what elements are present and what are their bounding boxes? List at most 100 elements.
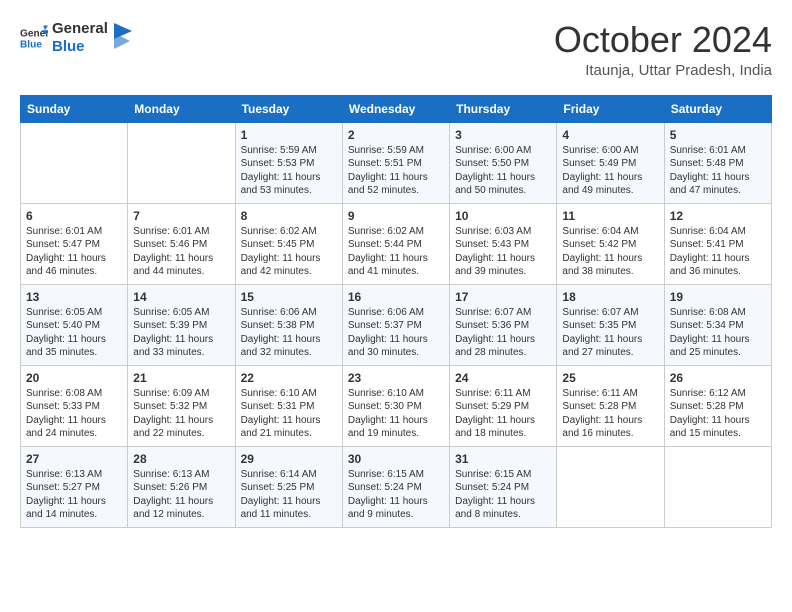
day-number: 13 (26, 290, 122, 304)
calendar-cell: 30Sunrise: 6:15 AM Sunset: 5:24 PM Dayli… (342, 446, 449, 527)
logo-blue-text: Blue (52, 38, 108, 56)
day-content: Sunrise: 6:06 AM Sunset: 5:38 PM Dayligh… (241, 306, 337, 360)
calendar-cell: 20 Sunrise: 6:08 AM Sunset: 5:33 PM Dayli… (21, 365, 128, 446)
header-friday: Friday (557, 95, 664, 122)
header-thursday: Thursday (450, 95, 557, 122)
calendar-cell: 18Sunrise: 6:07 AM Sunset: 5:35 PM Dayli… (557, 284, 664, 365)
calendar-cell: 25 Sunrise: 6:11 AM Sunset: 5:28 PM Dayli… (557, 365, 664, 446)
header-wednesday: Wednesday (342, 95, 449, 122)
day-number: 9 (348, 209, 444, 223)
day-content: Sunrise: 6:02 AM Sunset: 5:44 PM Dayligh… (348, 225, 444, 279)
day-content: Sunrise: 6:13 AM Sunset: 5:27 PM Dayligh… (26, 468, 122, 522)
logo-flag-icon (112, 23, 132, 53)
day-number: 2 (348, 128, 444, 142)
calendar-cell (557, 446, 664, 527)
day-content: Sunrise: 6:04 AM Sunset: 5:42 PM Dayligh… (562, 225, 658, 279)
day-number: 7 (133, 209, 229, 223)
calendar-cell: 13 Sunrise: 6:05 AM Sunset: 5:40 PM Dayli… (21, 284, 128, 365)
calendar-cell (21, 122, 128, 203)
day-number: 23 (348, 371, 444, 385)
day-number: 24 (455, 371, 551, 385)
calendar-cell: 14 Sunrise: 6:05 AM Sunset: 5:39 PM Dayli… (128, 284, 235, 365)
day-content: Sunrise: 6:11 AM Sunset: 5:29 PM Dayligh… (455, 387, 551, 441)
day-content: Sunrise: 6:01 AM Sunset: 5:48 PM Dayligh… (670, 144, 766, 198)
title-block: October 2024 Itaunja, Uttar Pradesh, Ind… (554, 20, 772, 79)
calendar-cell: 2 Sunrise: 5:59 AM Sunset: 5:51 PM Daylig… (342, 122, 449, 203)
calendar-week-3: 13 Sunrise: 6:05 AM Sunset: 5:40 PM Dayli… (21, 284, 772, 365)
calendar-cell: 21 Sunrise: 6:09 AM Sunset: 5:32 PM Dayli… (128, 365, 235, 446)
month-title: October 2024 (554, 20, 772, 60)
day-number: 5 (670, 128, 766, 142)
calendar-cell: 16 Sunrise: 6:06 AM Sunset: 5:37 PM Dayli… (342, 284, 449, 365)
day-content: Sunrise: 5:59 AM Sunset: 5:53 PM Dayligh… (241, 144, 337, 198)
day-number: 10 (455, 209, 551, 223)
logo-icon: General Blue (20, 24, 48, 52)
day-content: Sunrise: 6:08 AM Sunset: 5:33 PM Dayligh… (26, 387, 122, 441)
calendar-week-2: 6 Sunrise: 6:01 AM Sunset: 5:47 PM Daylig… (21, 203, 772, 284)
day-number: 14 (133, 290, 229, 304)
calendar-week-1: 1 Sunrise: 5:59 AM Sunset: 5:53 PM Daylig… (21, 122, 772, 203)
svg-text:Blue: Blue (20, 39, 42, 50)
calendar-cell (664, 446, 771, 527)
day-number: 3 (455, 128, 551, 142)
day-number: 20 (26, 371, 122, 385)
calendar-cell: 31 Sunrise: 6:15 AM Sunset: 5:24 PM Dayli… (450, 446, 557, 527)
day-content: Sunrise: 6:11 AM Sunset: 5:28 PM Dayligh… (562, 387, 658, 441)
day-content: Sunrise: 6:04 AM Sunset: 5:41 PM Dayligh… (670, 225, 766, 279)
calendar-cell: 29Sunrise: 6:14 AM Sunset: 5:25 PM Dayli… (235, 446, 342, 527)
calendar-week-4: 20 Sunrise: 6:08 AM Sunset: 5:33 PM Dayli… (21, 365, 772, 446)
logo: General Blue General Blue (20, 20, 132, 56)
calendar-cell: 11 Sunrise: 6:04 AM Sunset: 5:42 PM Dayli… (557, 203, 664, 284)
day-number: 21 (133, 371, 229, 385)
header-monday: Monday (128, 95, 235, 122)
day-content: Sunrise: 6:06 AM Sunset: 5:37 PM Dayligh… (348, 306, 444, 360)
day-content: Sunrise: 6:01 AM Sunset: 5:46 PM Dayligh… (133, 225, 229, 279)
day-number: 4 (562, 128, 658, 142)
calendar-header-row: SundayMondayTuesdayWednesdayThursdayFrid… (21, 95, 772, 122)
day-number: 19 (670, 290, 766, 304)
day-number: 25 (562, 371, 658, 385)
calendar-cell: 15 Sunrise: 6:06 AM Sunset: 5:38 PM Dayli… (235, 284, 342, 365)
day-content: Sunrise: 6:01 AM Sunset: 5:47 PM Dayligh… (26, 225, 122, 279)
calendar-cell: 26Sunrise: 6:12 AM Sunset: 5:28 PM Dayli… (664, 365, 771, 446)
day-content: Sunrise: 6:05 AM Sunset: 5:39 PM Dayligh… (133, 306, 229, 360)
calendar-cell: 28Sunrise: 6:13 AM Sunset: 5:26 PM Dayli… (128, 446, 235, 527)
day-content: Sunrise: 6:15 AM Sunset: 5:24 PM Dayligh… (348, 468, 444, 522)
day-content: Sunrise: 6:05 AM Sunset: 5:40 PM Dayligh… (26, 306, 122, 360)
day-number: 17 (455, 290, 551, 304)
day-content: Sunrise: 5:59 AM Sunset: 5:51 PM Dayligh… (348, 144, 444, 198)
calendar-cell: 4 Sunrise: 6:00 AM Sunset: 5:49 PM Daylig… (557, 122, 664, 203)
day-content: Sunrise: 6:07 AM Sunset: 5:36 PM Dayligh… (455, 306, 551, 360)
day-content: Sunrise: 6:09 AM Sunset: 5:32 PM Dayligh… (133, 387, 229, 441)
calendar-cell: 6 Sunrise: 6:01 AM Sunset: 5:47 PM Daylig… (21, 203, 128, 284)
calendar-cell: 9 Sunrise: 6:02 AM Sunset: 5:44 PM Daylig… (342, 203, 449, 284)
header-saturday: Saturday (664, 95, 771, 122)
day-content: Sunrise: 6:08 AM Sunset: 5:34 PM Dayligh… (670, 306, 766, 360)
day-content: Sunrise: 6:00 AM Sunset: 5:49 PM Dayligh… (562, 144, 658, 198)
calendar-cell: 22Sunrise: 6:10 AM Sunset: 5:31 PM Dayli… (235, 365, 342, 446)
day-number: 1 (241, 128, 337, 142)
calendar-cell: 5 Sunrise: 6:01 AM Sunset: 5:48 PM Daylig… (664, 122, 771, 203)
calendar-cell: 10Sunrise: 6:03 AM Sunset: 5:43 PM Dayli… (450, 203, 557, 284)
day-content: Sunrise: 6:12 AM Sunset: 5:28 PM Dayligh… (670, 387, 766, 441)
calendar-cell (128, 122, 235, 203)
calendar-cell: 23 Sunrise: 6:10 AM Sunset: 5:30 PM Dayli… (342, 365, 449, 446)
calendar-cell: 27Sunrise: 6:13 AM Sunset: 5:27 PM Dayli… (21, 446, 128, 527)
day-number: 31 (455, 452, 551, 466)
header-tuesday: Tuesday (235, 95, 342, 122)
day-number: 11 (562, 209, 658, 223)
day-number: 15 (241, 290, 337, 304)
calendar-cell: 24 Sunrise: 6:11 AM Sunset: 5:29 PM Dayli… (450, 365, 557, 446)
day-content: Sunrise: 6:10 AM Sunset: 5:31 PM Dayligh… (241, 387, 337, 441)
calendar-cell: 19 Sunrise: 6:08 AM Sunset: 5:34 PM Dayli… (664, 284, 771, 365)
day-content: Sunrise: 6:13 AM Sunset: 5:26 PM Dayligh… (133, 468, 229, 522)
calendar-week-5: 27Sunrise: 6:13 AM Sunset: 5:27 PM Dayli… (21, 446, 772, 527)
day-content: Sunrise: 6:15 AM Sunset: 5:24 PM Dayligh… (455, 468, 551, 522)
calendar-cell: 3Sunrise: 6:00 AM Sunset: 5:50 PM Daylig… (450, 122, 557, 203)
svg-text:General: General (20, 28, 48, 39)
day-content: Sunrise: 6:10 AM Sunset: 5:30 PM Dayligh… (348, 387, 444, 441)
day-content: Sunrise: 6:07 AM Sunset: 5:35 PM Dayligh… (562, 306, 658, 360)
day-number: 16 (348, 290, 444, 304)
day-number: 6 (26, 209, 122, 223)
page-header: General Blue General Blue October 2024 I… (20, 20, 772, 79)
